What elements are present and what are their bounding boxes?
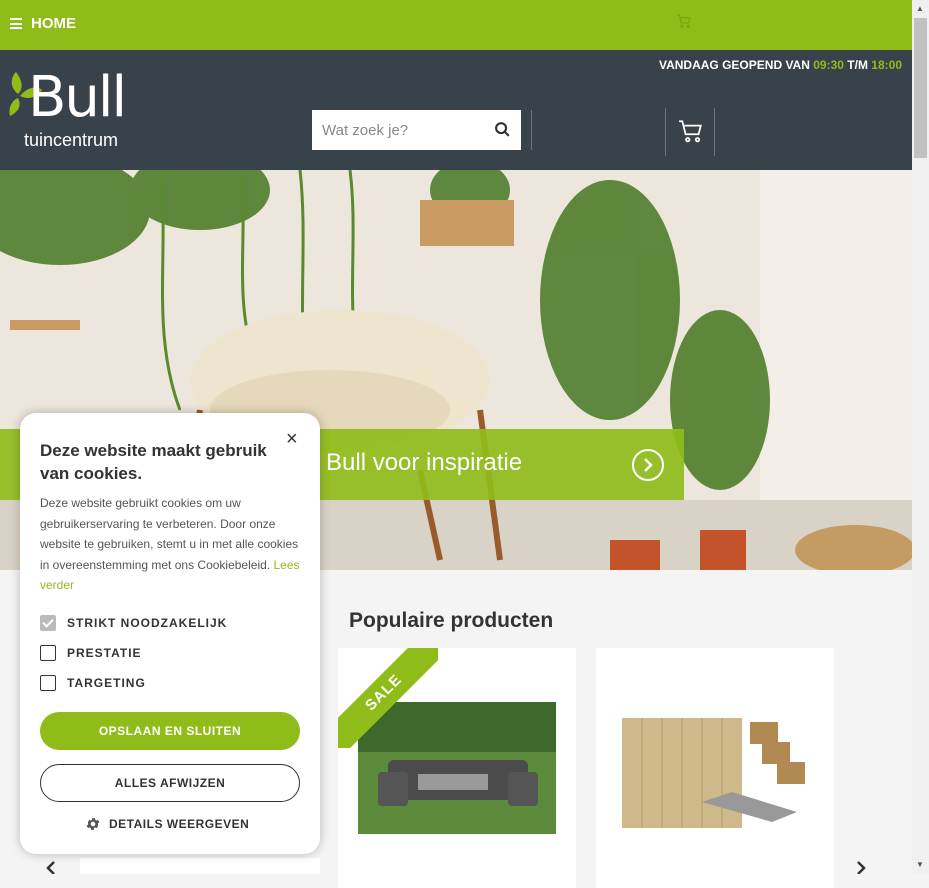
show-details-button[interactable]: DETAILS WEERGEVEN: [85, 816, 249, 832]
strict-necessary-label: STRIKT NOODZAKELIJK: [67, 616, 228, 630]
cookie-title: Deze website maakt gebruik van cookies.: [40, 441, 267, 483]
top-bar: HOME: [0, 0, 912, 50]
scrollbar-thumb[interactable]: [914, 18, 927, 158]
header-divider: [714, 108, 715, 156]
strict-necessary-checkbox[interactable]: [40, 615, 56, 631]
logo-wordmark: Bull: [28, 65, 127, 130]
targeting-label: TARGETING: [67, 676, 146, 690]
hamburger-icon: [10, 18, 22, 29]
cookie-dialog: Deze website maakt gebruik van cookies. …: [20, 413, 320, 854]
section-title: Populaire producten: [349, 609, 554, 632]
search-input[interactable]: [312, 110, 487, 150]
site-header: VANDAAG GEOPEND VAN 09:30 T/M 18:00 Bull…: [0, 50, 912, 170]
inspiration-banner[interactable]: Bull voor inspiratie: [300, 429, 684, 500]
save-and-close-button[interactable]: OPSLAAN EN SLUITEN: [40, 712, 300, 750]
cart-icon: [679, 120, 702, 143]
performance-checkbox[interactable]: [40, 645, 56, 661]
gear-icon: [86, 818, 100, 830]
cookie-body: Deze website gebruikt cookies om uw gebr…: [40, 496, 299, 572]
cookie-description: Deze website gebruikt cookies om uw gebr…: [40, 493, 302, 596]
targeting-checkbox[interactable]: [40, 675, 56, 691]
product-image: [622, 718, 805, 828]
carousel-prev-icon[interactable]: [44, 860, 56, 879]
close-icon[interactable]: ×: [286, 429, 298, 449]
banner-text: Bull voor inspiratie: [326, 449, 523, 476]
sale-ribbon: SALE: [338, 648, 438, 748]
product-card[interactable]: [596, 648, 834, 888]
details-label: DETAILS WEERGEVEN: [109, 817, 250, 831]
cart-icon[interactable]: [676, 13, 692, 34]
carousel-next-icon[interactable]: [856, 860, 868, 879]
chevron-right-circle-icon[interactable]: [632, 449, 664, 481]
search-icon[interactable]: [494, 121, 511, 143]
search-box: [312, 110, 521, 150]
targeting-option[interactable]: TARGETING: [40, 675, 146, 691]
hours-open: 09:30: [813, 58, 844, 72]
strict-necessary-option[interactable]: STRIKT NOODZAKELIJK: [40, 615, 227, 631]
reject-all-button[interactable]: ALLES AFWIJZEN: [40, 764, 300, 802]
scroll-up-icon[interactable]: ▲: [916, 4, 924, 13]
header-cart-button[interactable]: [666, 108, 714, 156]
bull-logo[interactable]: Bull tuincentrum: [8, 68, 138, 152]
sale-badge: SALE: [338, 648, 438, 748]
hours-close: 18:00: [871, 58, 902, 72]
opening-hours: VANDAAG GEOPEND VAN 09:30 T/M 18:00: [659, 58, 902, 72]
hours-prefix: VANDAAG GEOPEND VAN: [658, 58, 810, 72]
home-menu-button[interactable]: HOME: [10, 15, 76, 32]
scroll-down-icon[interactable]: ▼: [916, 860, 924, 869]
hours-separator: T/M: [847, 58, 868, 72]
performance-option[interactable]: PRESTATIE: [40, 645, 142, 661]
logo-subtitle: tuincentrum: [24, 130, 119, 150]
header-divider: [531, 110, 532, 150]
performance-label: PRESTATIE: [67, 646, 142, 660]
product-card[interactable]: [80, 858, 320, 874]
home-menu-label: HOME: [31, 15, 76, 32]
